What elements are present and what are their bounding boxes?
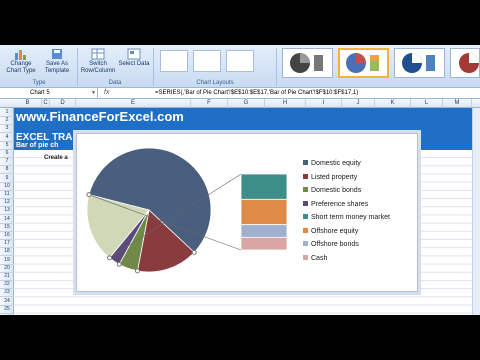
formula-input[interactable]: =SERIES(,'Bar of Pie Chart'!$E$10:$E$17,… xyxy=(155,88,358,98)
switch-row-column-label: Switch Row/Column xyxy=(80,61,116,74)
legend-label: Domestic equity xyxy=(311,160,361,167)
legend-swatch xyxy=(303,241,308,246)
column-header[interactable]: L xyxy=(411,99,443,108)
row-header[interactable]: 25 xyxy=(0,305,14,314)
chart-style-thumb-icon xyxy=(402,53,435,73)
legend-entry[interactable]: Short term money market xyxy=(303,214,390,222)
legend-label: Domestic bonds xyxy=(311,187,362,194)
column-header[interactable]: M xyxy=(443,99,472,108)
legend-entry[interactable]: Offshore bonds xyxy=(303,241,359,249)
switch-row-column-button[interactable]: Switch Row/Column xyxy=(80,48,116,75)
column-header[interactable]: E xyxy=(76,99,191,108)
column-header[interactable]: I xyxy=(306,99,342,108)
row-headers: 1 2 3 4 5 6 7 8 9 10 11 12 13 14 15 16 17 18 19 20 21 22 23 24 2… xyxy=(0,108,14,315)
legend-swatch xyxy=(303,173,308,179)
column-header[interactable]: G xyxy=(228,99,265,108)
legend-entry[interactable]: Offshore equity xyxy=(303,227,359,236)
legend-swatch xyxy=(303,254,308,260)
banner-row: www.FinanceForExcel.com xyxy=(14,108,480,132)
name-box-dropdown-icon[interactable]: ▼ xyxy=(91,88,96,98)
selection-handle[interactable] xyxy=(107,255,113,261)
legend-entry[interactable]: Preference shares xyxy=(303,200,369,209)
legend-label: Short term money market xyxy=(311,214,390,221)
bar-segment[interactable] xyxy=(240,198,288,226)
switch-row-column-icon xyxy=(91,48,105,60)
ribbon-separator xyxy=(276,48,277,86)
save-template-icon xyxy=(52,49,62,59)
selection-handle[interactable] xyxy=(191,249,197,255)
vertical-scrollbar[interactable] xyxy=(472,108,480,315)
legend-entry[interactable]: Domestic equity xyxy=(303,160,361,168)
chart-layout-3[interactable] xyxy=(226,50,254,72)
legend-swatch xyxy=(303,160,308,165)
formula-bar: Chart 5 ▼ fx =SERIES(,'Bar of Pie Chart'… xyxy=(0,88,480,99)
chart-layout-2[interactable] xyxy=(193,50,221,72)
legend-label: Offshore equity xyxy=(311,227,359,235)
bar-segment[interactable] xyxy=(240,236,288,251)
change-chart-type-button[interactable]: Change Chart Type xyxy=(4,48,38,75)
column-header[interactable]: D xyxy=(50,99,76,108)
legend-label: Preference shares xyxy=(311,200,369,208)
legend-swatch xyxy=(303,214,308,219)
chart-style-2-selected[interactable] xyxy=(338,48,389,78)
legend-swatch xyxy=(303,200,308,206)
column-header[interactable]: B xyxy=(14,99,42,108)
save-as-template-label: Save As Template xyxy=(44,61,70,74)
ribbon: Change Chart Type Save As Template Switc… xyxy=(0,45,480,88)
column-headers: B C D E F G H I J K L M xyxy=(0,99,480,108)
chart-style-thumb-icon xyxy=(459,53,479,73)
chart-style-thumb-icon xyxy=(290,53,323,73)
chart-style-4[interactable] xyxy=(450,48,480,78)
chart-style-1[interactable] xyxy=(282,48,333,78)
chart-style-thumb-icon xyxy=(346,53,379,73)
column-header[interactable]: F xyxy=(191,99,228,108)
legend-label: Offshore bonds xyxy=(311,241,359,248)
banner-subtitle: Bar of pie ch xyxy=(16,142,59,149)
legend-entry[interactable]: Domestic bonds xyxy=(303,187,361,195)
legend-swatch xyxy=(303,227,308,233)
banner-url: www.FinanceForExcel.com xyxy=(16,109,184,124)
change-chart-type-label: Change Chart Type xyxy=(6,61,36,74)
save-as-template-button[interactable]: Save As Template xyxy=(40,48,74,75)
bar-segment[interactable] xyxy=(240,224,288,238)
legend-entry[interactable]: Listed property xyxy=(303,173,358,182)
legend-entry[interactable]: Cash xyxy=(303,254,328,263)
bar-segment[interactable] xyxy=(240,173,288,200)
select-data-label: Select Data xyxy=(118,61,150,67)
function-icon[interactable]: fx xyxy=(104,88,109,98)
legend-label: Listed property xyxy=(311,173,358,181)
group-label-type: Type xyxy=(32,80,46,86)
ribbon-separator xyxy=(153,48,154,86)
group-label-chart-layouts: Chart Layouts xyxy=(196,80,234,86)
column-header[interactable]: C xyxy=(42,99,50,108)
chart-plot xyxy=(86,147,288,274)
ribbon-separator xyxy=(77,48,78,86)
legend-label: Cash xyxy=(311,254,328,262)
chart-type-icon xyxy=(15,50,26,60)
chart-style-3[interactable] xyxy=(394,48,445,78)
cell-text: Create a xyxy=(44,155,68,161)
select-data-button[interactable]: Select Data xyxy=(118,48,150,68)
column-header[interactable]: H xyxy=(265,99,306,108)
column-header[interactable]: J xyxy=(342,99,375,108)
selection-handle[interactable] xyxy=(86,192,92,198)
group-label-data: Data xyxy=(108,80,122,86)
bar-of-pie-chart[interactable]: Domestic equity Listed property Domestic b… xyxy=(76,133,418,292)
chart-layout-1[interactable] xyxy=(160,50,188,72)
column-header[interactable]: K xyxy=(375,99,411,108)
selection-handle[interactable] xyxy=(116,261,122,267)
name-box[interactable]: Chart 5 xyxy=(0,88,98,98)
legend-swatch xyxy=(303,187,308,192)
selection-handle[interactable] xyxy=(134,268,140,274)
select-data-icon xyxy=(127,48,141,60)
